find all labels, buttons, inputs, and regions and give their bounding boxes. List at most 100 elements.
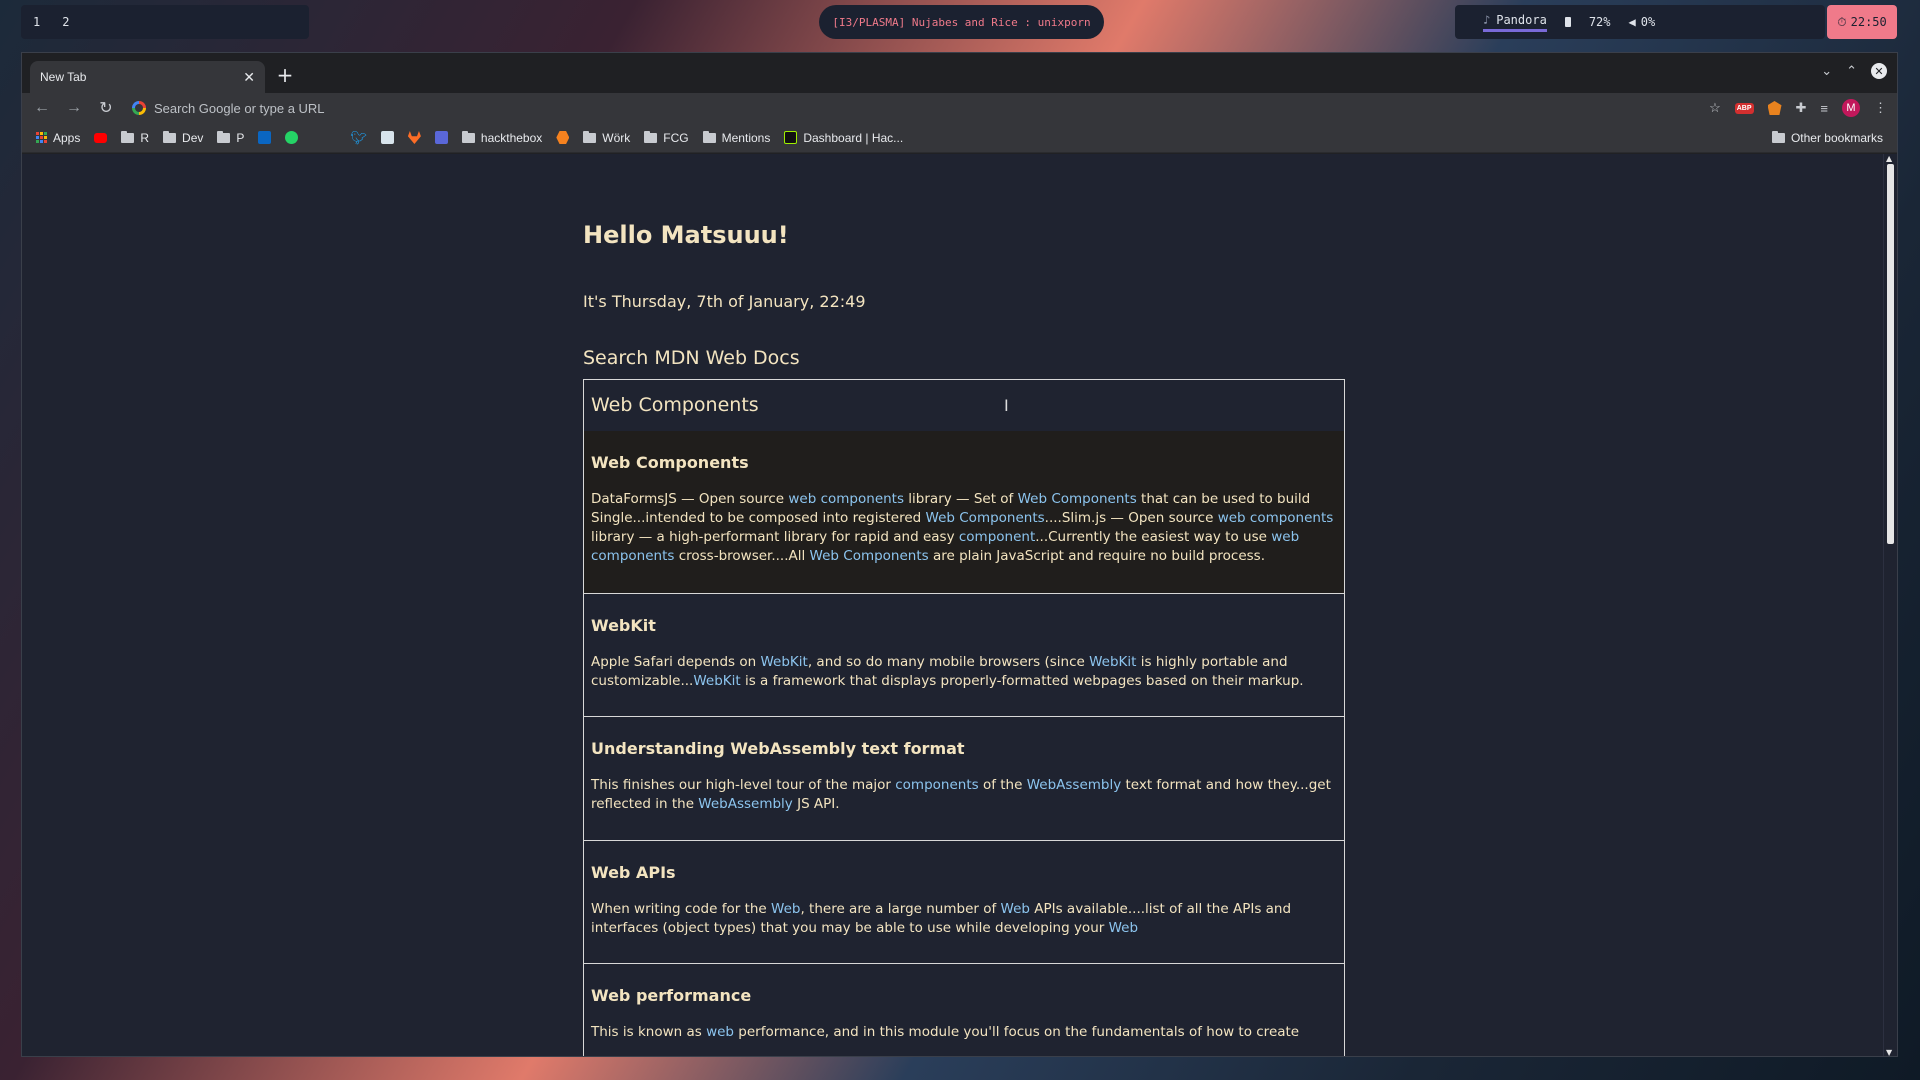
search-input-value: Web Components xyxy=(591,394,759,416)
twitter-icon: 🐦︎ xyxy=(350,129,367,145)
snippet-text: library — a high-performant library for … xyxy=(591,529,959,545)
bookmark-hexagon[interactable] xyxy=(556,131,570,144)
folder-icon xyxy=(583,130,597,143)
result-title[interactable]: Web APIs xyxy=(591,863,1337,882)
bookmark-codepen[interactable] xyxy=(380,131,394,144)
bookmark-folder-fcg[interactable]: FCG xyxy=(644,130,689,145)
bookmark-folder-mentions[interactable]: Mentions xyxy=(702,130,770,145)
result-item[interactable]: Understanding WebAssembly text format Th… xyxy=(583,717,1345,841)
result-title[interactable]: Web Components xyxy=(591,453,1337,472)
bookmark-apps[interactable]: Apps xyxy=(36,131,80,145)
bookmark-label: Dev xyxy=(182,130,204,145)
clock-module: ⏱ 22:50 xyxy=(1827,5,1897,39)
result-snippet: DataFormsJS — Open source web components… xyxy=(591,490,1337,566)
bookmark-stackshare[interactable] xyxy=(434,131,448,144)
bookmark-folder-dev[interactable]: Dev xyxy=(163,130,204,145)
bookmark-gitlab[interactable] xyxy=(407,131,421,144)
folder-icon xyxy=(217,130,231,143)
snippet-text: ...Currently the easiest way to use xyxy=(1035,529,1272,545)
folder-icon xyxy=(121,130,135,143)
other-bookmarks-label: Other bookmarks xyxy=(1790,130,1883,145)
result-item[interactable]: Web performance This is known as web per… xyxy=(583,964,1345,1056)
bookmark-folder-r[interactable]: R xyxy=(121,130,149,145)
scroll-up-arrow-icon[interactable]: ▲ xyxy=(1886,154,1892,163)
metamask-fox-icon[interactable] xyxy=(1767,101,1782,115)
workspace-2[interactable]: 2 xyxy=(62,15,69,29)
address-bar[interactable]: Search Google or type a URL xyxy=(128,95,1697,121)
reload-icon[interactable]: ↻ xyxy=(96,98,116,118)
snippet-text: This is known as xyxy=(591,1024,707,1040)
search-term-highlight: Web xyxy=(771,901,801,917)
search-term-highlight: WebKit xyxy=(760,654,808,670)
volume-module[interactable]: ◀ 0% xyxy=(1629,15,1656,29)
profile-avatar[interactable]: M xyxy=(1842,99,1860,117)
mdn-search-input[interactable]: Web Components I xyxy=(583,379,1345,432)
text-cursor-icon: I xyxy=(1004,396,1009,415)
result-title[interactable]: Web performance xyxy=(591,986,1337,1005)
back-arrow-icon[interactable]: ← xyxy=(32,99,52,117)
browser-window: New Tab ✕ + ⌄ ⌃ ✕ ← → ↻ Search Google or… xyxy=(21,52,1898,1057)
tab-close-icon[interactable]: ✕ xyxy=(243,69,255,86)
extensions-puzzle-icon[interactable]: ✚ xyxy=(1796,100,1807,116)
search-term-highlight: WebKit xyxy=(693,673,741,689)
bookmark-star-icon[interactable]: ☆ xyxy=(1709,100,1721,116)
result-title[interactable]: WebKit xyxy=(591,616,1337,635)
result-item[interactable]: WebKit Apple Safari depends on WebKit, a… xyxy=(583,594,1345,717)
focused-window-title: [I3/PLASMA] Nujabes and Rice : unixporn xyxy=(819,5,1104,39)
bookmark-folder-work[interactable]: Wörk xyxy=(583,130,630,145)
result-item[interactable]: Web APIs When writing code for the Web, … xyxy=(583,841,1345,964)
window-close-icon[interactable]: ✕ xyxy=(1871,63,1887,79)
codepen-icon xyxy=(380,131,394,144)
snippet-text: Apple Safari depends on xyxy=(591,654,761,670)
tab-new-tab[interactable]: New Tab ✕ xyxy=(30,61,265,93)
youtube-icon xyxy=(94,132,108,143)
i3-status-bar: 1 2 [I3/PLASMA] Nujabes and Rice : unixp… xyxy=(0,0,1920,44)
stackshare-icon xyxy=(434,131,448,144)
tab-strip: New Tab ✕ + ⌄ ⌃ ✕ xyxy=(22,53,1897,93)
other-bookmarks[interactable]: Other bookmarks xyxy=(1771,130,1883,145)
bookmark-folder-p[interactable]: P xyxy=(217,130,244,145)
bookmark-dashboard[interactable]: Dashboard | Hac... xyxy=(784,131,903,145)
new-tab-button[interactable]: + xyxy=(272,63,298,89)
scroll-thumb[interactable] xyxy=(1887,164,1894,544)
result-snippet: Apple Safari depends on WebKit, and so d… xyxy=(591,653,1337,691)
maximize-chevron-icon[interactable]: ⌃ xyxy=(1846,64,1857,79)
snippet-text: ....Slim.js — Open source xyxy=(1044,510,1218,526)
hexagon-icon xyxy=(556,131,570,144)
media-queue-icon[interactable]: ≡ xyxy=(1820,101,1828,116)
snippet-text: is a framework that displays properly-fo… xyxy=(740,673,1304,689)
whatsapp-icon xyxy=(285,131,299,144)
battery-level: 72% xyxy=(1588,15,1611,29)
search-term-highlight: web xyxy=(706,1024,734,1040)
search-term-highlight: Web Components xyxy=(1017,491,1137,507)
scroll-down-arrow-icon[interactable]: ▼ xyxy=(1886,1048,1892,1056)
snippet-text: , there are a large number of xyxy=(800,901,1001,917)
search-term-highlight: component xyxy=(958,529,1036,545)
result-snippet: When writing code for the Web, there are… xyxy=(591,900,1337,938)
music-module[interactable]: ♪ Pandora xyxy=(1483,13,1547,32)
workspace-1[interactable]: 1 xyxy=(33,15,40,29)
search-results: Web Components DataFormsJS — Open source… xyxy=(583,431,1345,1056)
menu-kebab-icon[interactable]: ⋮ xyxy=(1874,100,1887,116)
result-item[interactable]: Web Components DataFormsJS — Open source… xyxy=(583,431,1345,594)
tab-search-chevron-icon[interactable]: ⌄ xyxy=(1821,64,1832,79)
search-term-highlight: components xyxy=(895,777,979,793)
page-scrollbar[interactable]: ▲ ▼ xyxy=(1883,154,1897,1056)
search-term-highlight: Web xyxy=(1000,901,1030,917)
bookmark-youtube[interactable] xyxy=(94,132,108,143)
search-title: Search MDN Web Docs xyxy=(583,347,800,369)
folder-icon xyxy=(163,130,177,143)
forward-arrow-icon[interactable]: → xyxy=(64,99,84,117)
bookmark-whatsapp[interactable] xyxy=(285,131,299,144)
result-title[interactable]: Understanding WebAssembly text format xyxy=(591,739,1337,758)
linkedin-icon xyxy=(258,131,272,144)
bookmark-twitter[interactable]: 🐦︎ xyxy=(350,130,367,146)
bookmark-folder-hackthebox[interactable]: hackthebox xyxy=(461,130,542,145)
bookmark-linkedin[interactable] xyxy=(258,131,272,144)
bookmarks-bar: Apps R Dev P 🐦︎ hackthebox Wörk FCG Ment… xyxy=(22,123,1897,153)
snippet-text: are plain JavaScript and require no buil… xyxy=(928,548,1265,564)
address-placeholder: Search Google or type a URL xyxy=(154,100,325,116)
adblock-plus-icon[interactable]: ABP xyxy=(1734,102,1754,114)
date-text: It's Thursday, 7th of January, 22:49 xyxy=(583,292,866,311)
volume-level: 0% xyxy=(1640,15,1656,29)
